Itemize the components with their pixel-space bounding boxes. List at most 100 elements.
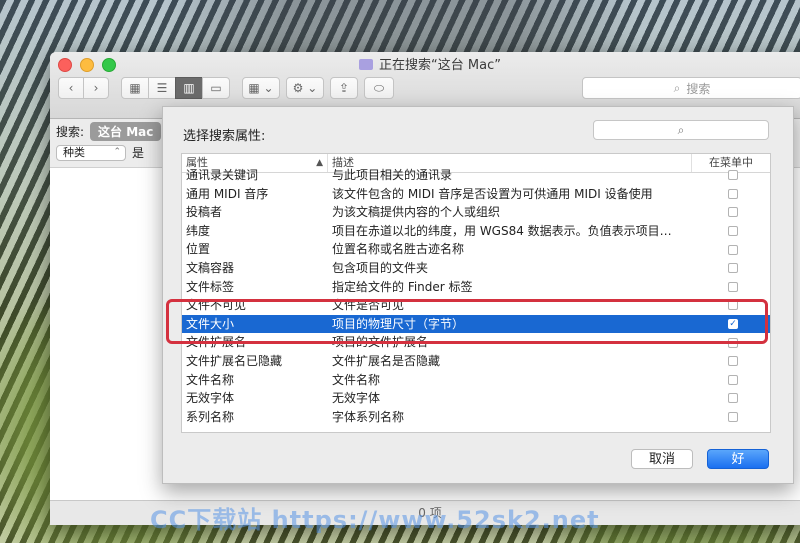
- in-menu-checkbox[interactable]: [728, 393, 738, 404]
- tag-button[interactable]: ⬭: [364, 77, 394, 99]
- attribute-name: 通讯录关键词: [186, 168, 259, 182]
- attribute-description: 该文件包含的 MIDI 音序是否设置为可供通用 MIDI 设备使用: [332, 186, 653, 201]
- table-row[interactable]: 通用 MIDI 音序 该文件包含的 MIDI 音序是否设置为可供通用 MIDI 设…: [182, 185, 770, 204]
- attributes-table: 属性 ▲ 描述 在菜单中 通讯录关键词 与此项目相关的通讯录 通用 MIDI 音序该…: [181, 153, 771, 433]
- search-attributes-sheet: 选择搜索属性: ⌕ 属性 ▲ 描述 在菜单中 通讯录关键词 与此项目相关的通讯录通…: [162, 106, 794, 484]
- attribute-description: 包含项目的文件夹: [332, 260, 429, 275]
- nav-group: ‹ ›: [58, 77, 109, 99]
- forward-button[interactable]: ›: [83, 77, 109, 99]
- table-row[interactable]: 文稿容器 包含项目的文件夹: [182, 259, 770, 278]
- chevron-right-icon: ›: [93, 81, 99, 95]
- tag-icon: ⬭: [373, 80, 385, 95]
- column-view-button[interactable]: ▥: [175, 77, 203, 99]
- gear-icon: ⚙ ⌄: [292, 81, 318, 95]
- attribute-name: 位置: [186, 242, 211, 257]
- in-menu-checkbox[interactable]: [728, 281, 738, 292]
- in-menu-checkbox[interactable]: [728, 300, 738, 311]
- table-row[interactable]: 投稿者 为该文稿提供内容的个人或组织: [182, 203, 770, 222]
- table-row[interactable]: 文件大小 项目的物理尺寸（字节） ✓: [182, 314, 770, 334]
- table-row[interactable]: 文件名称 文件名称: [182, 371, 770, 390]
- watermark-text: CC下载站 https://www.52sk2.net: [150, 506, 600, 534]
- attribute-description: 无效字体: [332, 391, 381, 406]
- share-button[interactable]: ⇪: [330, 77, 358, 99]
- attribute-description: 文件是否可见: [332, 298, 405, 313]
- view-group: ▦ ☰ ▥ ▭: [121, 77, 230, 99]
- share-icon: ⇪: [338, 81, 350, 95]
- search-criteria-row: 种类 是: [56, 144, 144, 161]
- table-body: 通讯录关键词 与此项目相关的通讯录 通用 MIDI 音序 该文件包含的 MIDI 音序…: [182, 166, 770, 426]
- table-row[interactable]: 系列名称 字体系列名称: [182, 408, 770, 427]
- in-menu-checkbox[interactable]: [728, 337, 738, 348]
- attribute-description: 文件扩展名是否隐藏: [332, 353, 441, 368]
- grid-arrange-icon: ▦ ⌄: [248, 81, 274, 95]
- in-menu-cell: [692, 389, 770, 408]
- search-icon: ⌕: [677, 123, 685, 137]
- attribute-name: 系列名称: [186, 409, 235, 424]
- table-row[interactable]: 文件扩展名 项目的文件扩展名: [182, 333, 770, 352]
- attribute-name: 纬度: [186, 223, 211, 238]
- in-menu-checkbox[interactable]: [728, 226, 738, 237]
- icon-view-button[interactable]: ▦: [121, 77, 149, 99]
- table-row[interactable]: 纬度 项目在赤道以北的纬度，用 WGS84 数据表示。负值表示项目…: [182, 222, 770, 241]
- in-menu-cell: [692, 185, 770, 204]
- table-row[interactable]: 文件不可见 文件是否可见: [182, 296, 770, 315]
- in-menu-checkbox[interactable]: [728, 412, 738, 423]
- in-menu-checkbox[interactable]: [728, 244, 738, 255]
- search-icon: ⌕: [673, 80, 681, 95]
- in-menu-cell: [692, 408, 770, 427]
- in-menu-checkbox[interactable]: [728, 263, 738, 274]
- attribute-description: 为该文稿提供内容的个人或组织: [332, 205, 501, 220]
- cancel-button[interactable]: 取消: [631, 449, 693, 469]
- gallery-view-icon: ▭: [210, 81, 222, 95]
- list-view-button[interactable]: ☰: [148, 77, 176, 99]
- table-row[interactable]: 文件扩展名已隐藏 文件扩展名是否隐藏: [182, 352, 770, 371]
- attribute-name: 文稿容器: [186, 260, 235, 275]
- back-button[interactable]: ‹: [58, 77, 84, 99]
- attribute-name: 文件标签: [186, 279, 235, 294]
- ok-button[interactable]: 好: [707, 449, 769, 469]
- attribute-description: 项目的物理尺寸（字节）: [332, 316, 465, 331]
- attribute-name: 文件大小: [186, 316, 235, 331]
- icon-view-icon: ▦: [129, 81, 141, 95]
- attribute-description: 字体系列名称: [332, 409, 405, 424]
- attribute-name: 文件不可见: [186, 298, 247, 313]
- in-menu-cell: [692, 333, 770, 352]
- folder-icon: [359, 59, 374, 70]
- checkmark-icon: ✓: [729, 319, 737, 330]
- attribute-name: 文件名称: [186, 372, 235, 387]
- in-menu-checkbox[interactable]: ✓: [728, 319, 738, 330]
- operator-label: 是: [132, 146, 145, 160]
- toolbar: ‹ › ▦ ☰ ▥ ▭ ▦ ⌄ ⚙ ⌄ ⇪ ⬭ ⌕ 搜索: [58, 76, 800, 100]
- in-menu-cell: [692, 166, 770, 185]
- attribute-select[interactable]: 种类: [56, 144, 126, 161]
- attribute-search-field[interactable]: ⌕: [593, 120, 769, 140]
- attribute-description: 文件名称: [332, 372, 381, 387]
- gallery-view-button[interactable]: ▭: [202, 77, 230, 99]
- table-row[interactable]: 通讯录关键词 与此项目相关的通讯录: [182, 166, 770, 185]
- in-menu-cell: [692, 259, 770, 278]
- table-row[interactable]: 无效字体 无效字体: [182, 389, 770, 408]
- scope-this-mac[interactable]: 这台 Mac: [90, 121, 162, 141]
- window-title-wrap: 正在搜索“这台 Mac”: [50, 54, 800, 73]
- attribute-description: 指定给文件的 Finder 标签: [332, 279, 473, 294]
- attribute-description: 位置名称或名胜古迹名称: [332, 242, 465, 257]
- arrange-button[interactable]: ▦ ⌄: [242, 77, 280, 99]
- search-field[interactable]: ⌕ 搜索: [582, 77, 800, 99]
- action-button[interactable]: ⚙ ⌄: [286, 77, 324, 99]
- column-view-icon: ▥: [183, 81, 195, 95]
- in-menu-cell: ✓: [692, 315, 770, 334]
- table-row[interactable]: 位置 位置名称或名胜古迹名称: [182, 240, 770, 259]
- in-menu-checkbox[interactable]: [728, 356, 738, 367]
- in-menu-cell: [692, 352, 770, 371]
- table-row[interactable]: 文件标签 指定给文件的 Finder 标签: [182, 278, 770, 297]
- in-menu-checkbox[interactable]: [728, 188, 738, 199]
- in-menu-checkbox[interactable]: [728, 207, 738, 218]
- in-menu-cell: [692, 296, 770, 315]
- attribute-name: 文件扩展名: [186, 335, 247, 350]
- list-view-icon: ☰: [156, 81, 168, 95]
- search-placeholder: 搜索: [686, 81, 711, 96]
- in-menu-checkbox[interactable]: [728, 170, 738, 181]
- in-menu-checkbox[interactable]: [728, 374, 738, 385]
- attribute-name: 通用 MIDI 音序: [186, 186, 269, 201]
- window-title: 正在搜索“这台 Mac”: [379, 58, 501, 73]
